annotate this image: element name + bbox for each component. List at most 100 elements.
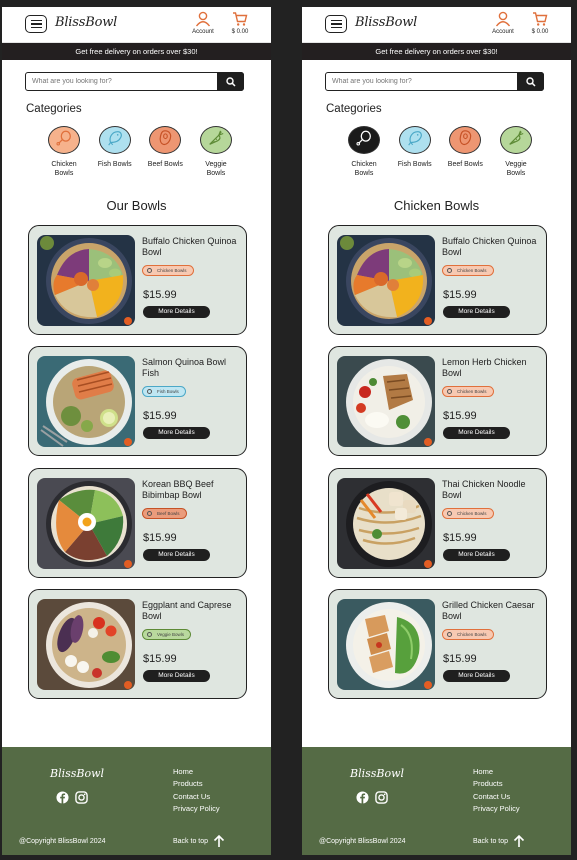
footer-link[interactable]: Products bbox=[173, 779, 220, 788]
hamburger-menu-icon[interactable] bbox=[325, 15, 347, 33]
facebook-icon[interactable] bbox=[356, 791, 369, 804]
product-name[interactable]: Buffalo Chicken Quinoa Bowl bbox=[142, 236, 242, 258]
product-image[interactable] bbox=[337, 599, 435, 690]
category-tag: Fish Bowls bbox=[142, 386, 186, 397]
product-card[interactable]: Lemon Herb Chicken Bowl Chicken Bowls $1… bbox=[328, 346, 547, 456]
more-details-button[interactable]: More Details bbox=[143, 670, 210, 682]
category-tag-label: Chicken Bowls bbox=[457, 632, 487, 637]
category-circle[interactable] bbox=[348, 126, 380, 154]
footer-link[interactable]: Products bbox=[473, 779, 520, 788]
more-details-button[interactable]: More Details bbox=[443, 670, 510, 682]
category-circle[interactable] bbox=[398, 126, 431, 154]
category-tag-label: Beef Bowls bbox=[157, 511, 180, 516]
product-image[interactable] bbox=[37, 599, 135, 690]
category-item[interactable]: Beef Bowls bbox=[446, 126, 484, 178]
account-button[interactable]: Account bbox=[190, 11, 216, 35]
more-details-button[interactable]: More Details bbox=[143, 427, 210, 439]
product-name[interactable]: Grilled Chicken Caesar Bowl bbox=[442, 600, 542, 622]
steak-icon bbox=[456, 129, 474, 152]
category-label: Chicken Bowls bbox=[351, 161, 377, 177]
category-circle[interactable] bbox=[48, 126, 80, 154]
brand-logo[interactable]: BlissBowl bbox=[55, 15, 117, 30]
tag-icon bbox=[147, 268, 152, 273]
product-card[interactable]: Korean BBQ Beef Bibimbap Bowl Beef Bowls… bbox=[28, 468, 247, 578]
categories-title: Categories bbox=[26, 103, 82, 115]
footer-link[interactable]: Home bbox=[473, 767, 520, 776]
product-name[interactable]: Eggplant and Caprese Bowl bbox=[142, 600, 242, 622]
product-name[interactable]: Lemon Herb Chicken Bowl bbox=[442, 357, 542, 379]
product-name[interactable]: Thai Chicken Noodle Bowl bbox=[442, 479, 542, 501]
tag-icon bbox=[147, 511, 152, 516]
cart-button[interactable]: $ 0.00 bbox=[527, 11, 553, 35]
more-details-button[interactable]: More Details bbox=[443, 427, 510, 439]
search-button[interactable] bbox=[517, 72, 544, 91]
search-bar bbox=[325, 72, 544, 91]
search-bar bbox=[25, 72, 244, 91]
product-image[interactable] bbox=[337, 478, 435, 569]
more-details-button[interactable]: More Details bbox=[443, 306, 510, 318]
category-circle[interactable] bbox=[449, 126, 482, 154]
product-card[interactable]: Grilled Chicken Caesar Bowl Chicken Bowl… bbox=[328, 589, 547, 699]
product-image[interactable] bbox=[337, 356, 435, 447]
footer-link[interactable]: Contact Us bbox=[473, 792, 520, 801]
back-to-top-button[interactable]: Back to top bbox=[473, 834, 525, 848]
category-item[interactable]: Fish Bowls bbox=[96, 126, 134, 178]
instagram-icon[interactable] bbox=[375, 791, 388, 804]
product-image[interactable] bbox=[37, 235, 135, 326]
category-tag: Beef Bowls bbox=[142, 508, 187, 519]
footer-brand[interactable]: BlissBowl bbox=[350, 767, 404, 780]
category-circle[interactable] bbox=[98, 126, 131, 154]
category-circle[interactable] bbox=[499, 126, 532, 154]
search-input[interactable] bbox=[332, 75, 512, 88]
category-circle[interactable] bbox=[149, 126, 182, 154]
product-name[interactable]: Buffalo Chicken Quinoa Bowl bbox=[442, 236, 542, 258]
product-card[interactable]: Salmon Quinoa Bowl Fish Fish Bowls $15.9… bbox=[28, 346, 247, 456]
more-details-button[interactable]: More Details bbox=[143, 306, 210, 318]
category-item[interactable]: Veggie Bowls bbox=[197, 126, 235, 178]
category-item[interactable]: Chicken Bowls bbox=[345, 126, 383, 178]
product-image[interactable] bbox=[337, 235, 435, 326]
search-button[interactable] bbox=[217, 72, 244, 91]
product-image[interactable] bbox=[37, 356, 135, 447]
product-price: $15.99 bbox=[443, 410, 477, 422]
back-to-top-label: Back to top bbox=[473, 837, 509, 845]
facebook-icon[interactable] bbox=[56, 791, 69, 804]
footer-link[interactable]: Privacy Policy bbox=[473, 804, 520, 813]
category-tag: Veggie Bowls bbox=[142, 629, 192, 640]
back-to-top-button[interactable]: Back to top bbox=[173, 834, 225, 848]
product-card[interactable]: Buffalo Chicken Quinoa Bowl Chicken Bowl… bbox=[28, 225, 247, 335]
cart-button[interactable]: $ 0.00 bbox=[227, 11, 253, 35]
product-name[interactable]: Salmon Quinoa Bowl Fish bbox=[142, 357, 242, 379]
footer-link[interactable]: Privacy Policy bbox=[173, 804, 220, 813]
brand-logo[interactable]: BlissBowl bbox=[355, 15, 417, 30]
footer-brand[interactable]: BlissBowl bbox=[50, 767, 104, 780]
more-details-button[interactable]: More Details bbox=[443, 549, 510, 561]
instagram-icon[interactable] bbox=[75, 791, 88, 804]
category-label: Veggie Bowls bbox=[505, 161, 527, 177]
hamburger-menu-icon[interactable] bbox=[25, 15, 47, 33]
category-label: Beef Bowls bbox=[147, 161, 183, 168]
product-price: $15.99 bbox=[443, 289, 477, 301]
product-card[interactable]: Thai Chicken Noodle Bowl Chicken Bowls $… bbox=[328, 468, 547, 578]
footer: BlissBowl Home Products Contact Us Privacy … bbox=[2, 747, 271, 855]
search-input[interactable] bbox=[32, 75, 212, 88]
category-tag-label: Chicken Bowls bbox=[457, 389, 487, 394]
fish-icon bbox=[406, 129, 424, 152]
footer-link[interactable]: Home bbox=[173, 767, 220, 776]
product-price: $15.99 bbox=[143, 653, 177, 665]
product-card[interactable]: Buffalo Chicken Quinoa Bowl Chicken Bowl… bbox=[328, 225, 547, 335]
category-list: Chicken Bowls Fish Bowls Beef Bowls Vegg… bbox=[345, 126, 535, 178]
more-details-button[interactable]: More Details bbox=[143, 549, 210, 561]
account-button[interactable]: Account bbox=[490, 11, 516, 35]
category-label: Beef Bowls bbox=[447, 161, 483, 168]
category-circle[interactable] bbox=[199, 126, 232, 154]
category-item[interactable]: Beef Bowls bbox=[146, 126, 184, 178]
category-item[interactable]: Fish Bowls bbox=[396, 126, 434, 178]
footer-link[interactable]: Contact Us bbox=[173, 792, 220, 801]
promo-banner: Get free delivery on orders over $30! bbox=[2, 43, 271, 60]
product-name[interactable]: Korean BBQ Beef Bibimbap Bowl bbox=[142, 479, 242, 501]
product-image[interactable] bbox=[37, 478, 135, 569]
category-item[interactable]: Veggie Bowls bbox=[497, 126, 535, 178]
product-card[interactable]: Eggplant and Caprese Bowl Veggie Bowls $… bbox=[28, 589, 247, 699]
category-item[interactable]: Chicken Bowls bbox=[45, 126, 83, 178]
